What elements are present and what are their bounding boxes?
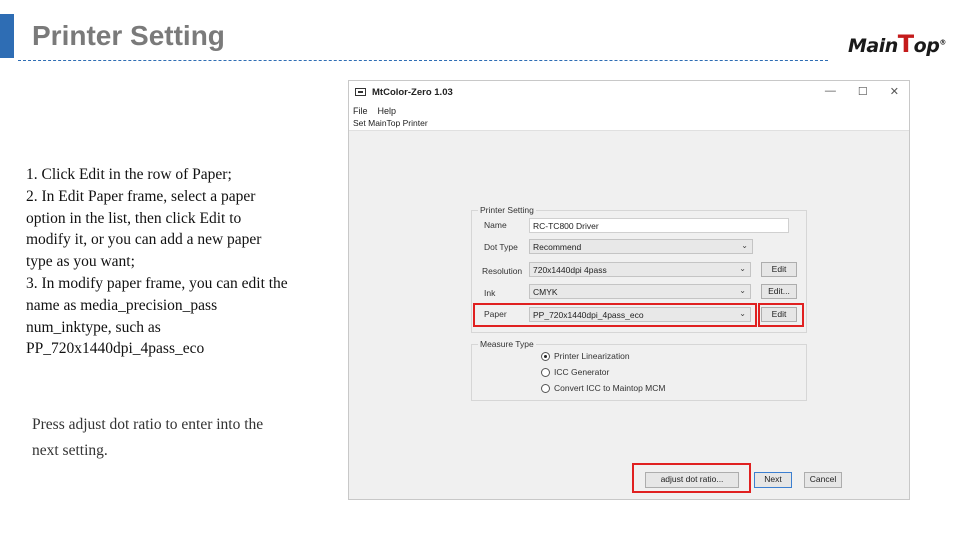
window-titlebar[interactable]: MtColor-Zero 1.03 — ☐ ✕: [349, 81, 909, 103]
menu-bar: File Help: [349, 103, 909, 118]
window-title: MtColor-Zero 1.03: [372, 86, 453, 98]
status-text: Set MainTop Printer: [349, 118, 909, 131]
resolution-label: Resolution: [482, 266, 523, 276]
radio-printer-linearization[interactable]: Printer Linearization: [541, 351, 630, 361]
slide-title: Printer Setting: [32, 20, 225, 51]
resolution-select[interactable]: 720x1440dpi 4pass ⌄: [529, 262, 751, 277]
edit-resolution-button[interactable]: Edit: [761, 262, 797, 277]
chevron-down-icon: ⌄: [739, 286, 746, 295]
measure-type-legend: Measure Type: [480, 339, 534, 349]
dot-type-select[interactable]: Recommend ⌄: [529, 239, 753, 254]
radio-button[interactable]: [541, 367, 550, 377]
logo-text-main: Main: [848, 35, 898, 57]
cancel-button[interactable]: Cancel: [804, 472, 842, 488]
ink-label: Ink: [484, 288, 496, 298]
instruction-step-2: 2. In Edit Paper frame, select a paper o…: [26, 187, 262, 271]
menu-file[interactable]: File: [353, 106, 368, 116]
adjust-note: Press adjust dot ratio to enter into the…: [32, 416, 264, 459]
instruction-step-1: 1. Click Edit in the row of Paper;: [26, 166, 232, 183]
logo-text-t: T: [897, 30, 914, 58]
mtcolor-window: MtColor-Zero 1.03 — ☐ ✕ File Help Set Ma…: [348, 80, 910, 500]
instruction-step-3: 3. In modify paper frame, you can edit t…: [26, 274, 288, 358]
dot-type-label: Dot Type: [484, 242, 518, 252]
radio-convert-icc[interactable]: Convert ICC to Maintop MCM: [541, 383, 665, 393]
menu-help[interactable]: Help: [378, 106, 397, 116]
radio-label: Convert ICC to Maintop MCM: [554, 383, 666, 393]
adjust-button-highlight: [632, 463, 751, 493]
maximize-icon[interactable]: ☐: [858, 85, 868, 98]
radio-label: ICC Generator: [554, 367, 610, 377]
edit-ink-button[interactable]: Edit...: [761, 284, 797, 299]
title-divider: [18, 60, 828, 61]
close-icon[interactable]: ✕: [890, 85, 899, 98]
next-button[interactable]: Next: [754, 472, 792, 488]
radio-icc-generator[interactable]: ICC Generator: [541, 367, 609, 377]
radio-label: Printer Linearization: [554, 351, 630, 361]
window-controls: — ☐ ✕: [825, 85, 899, 98]
dot-type-value: Recommend: [533, 242, 582, 252]
ink-value: CMYK: [533, 287, 558, 297]
radio-button[interactable]: [541, 383, 550, 393]
printer-icon: [355, 88, 366, 96]
printer-setting-legend: Printer Setting: [480, 205, 534, 215]
chevron-down-icon: ⌄: [741, 241, 748, 250]
title-accent-bar: [0, 14, 14, 58]
maintop-logo: MainTop®: [848, 30, 946, 58]
logo-registered-mark: ®: [939, 38, 946, 47]
radio-button-selected[interactable]: [541, 351, 550, 361]
edit-paper-highlight: [758, 303, 804, 327]
minimize-icon[interactable]: —: [825, 85, 836, 98]
chevron-down-icon: ⌄: [739, 264, 746, 273]
resolution-value: 720x1440dpi 4pass: [533, 265, 607, 275]
name-label: Name: [484, 220, 507, 230]
ink-select[interactable]: CMYK ⌄: [529, 284, 751, 299]
paper-highlight: [473, 303, 757, 327]
instruction-steps: 1. Click Edit in the row of Paper; 2. In…: [26, 164, 288, 360]
logo-text-op: op: [913, 35, 940, 57]
name-field[interactable]: RC-TC800 Driver: [529, 218, 789, 233]
